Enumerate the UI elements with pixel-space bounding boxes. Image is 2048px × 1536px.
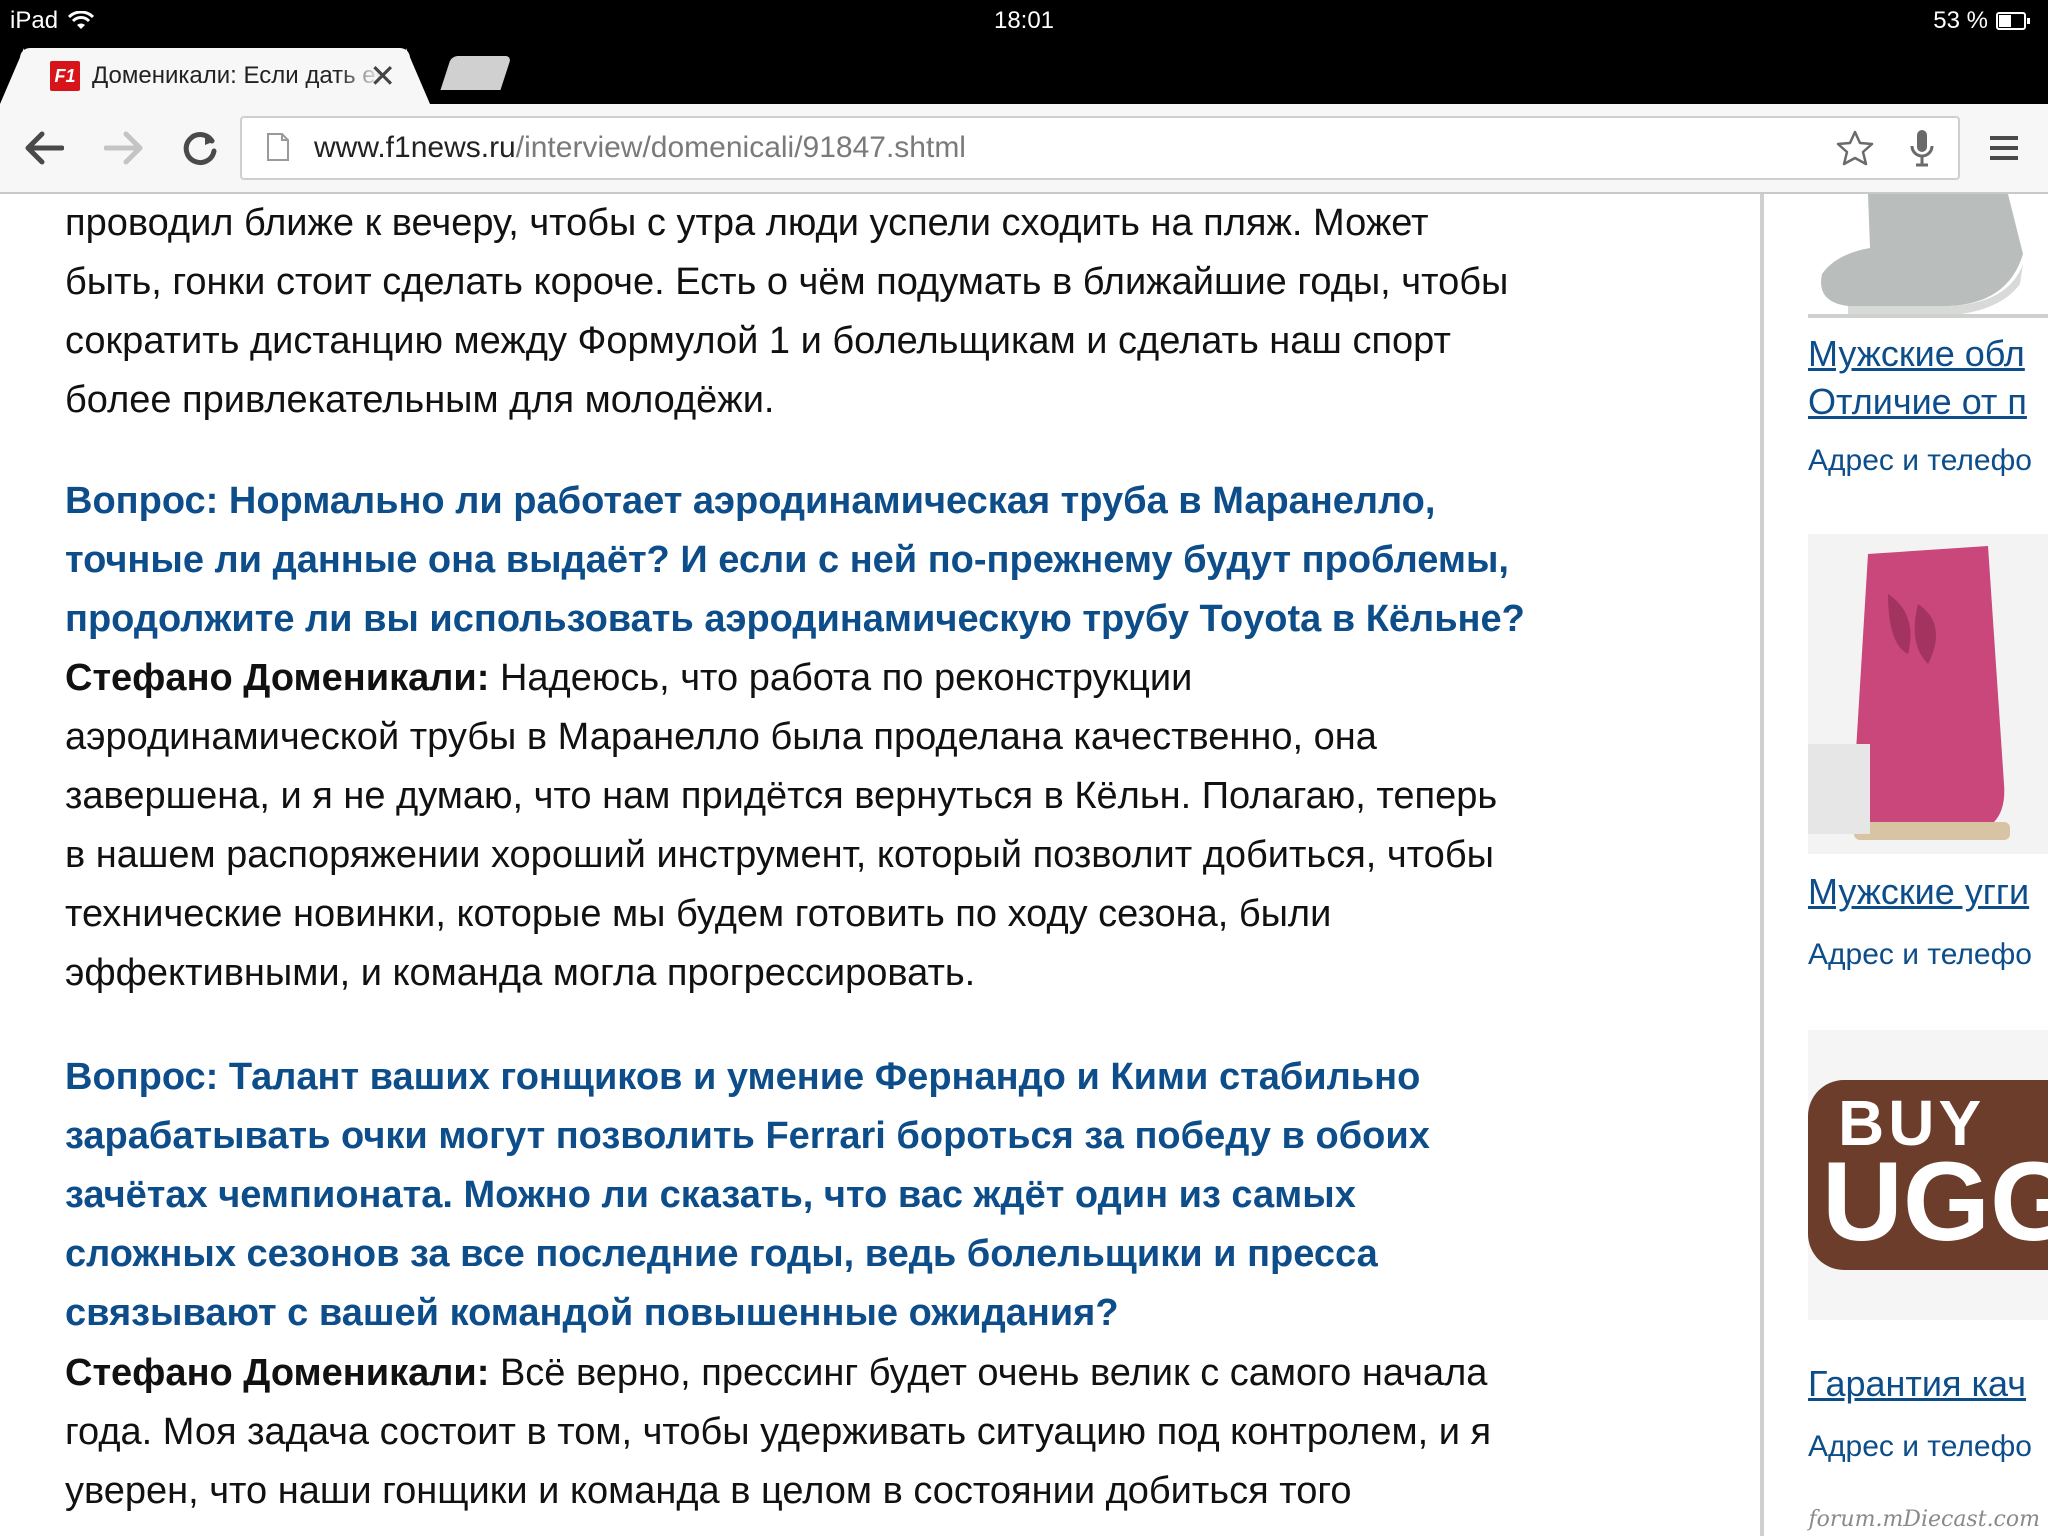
interview-answer: Стефано Доменикали: Всё верно, прессинг … bbox=[65, 1344, 1715, 1521]
ad-link[interactable]: Мужские угги bbox=[1808, 868, 2048, 916]
article-content: проводил ближе к вечеру, чтобы с утра лю… bbox=[0, 194, 1760, 1536]
back-arrow-icon bbox=[25, 131, 64, 165]
address-bar[interactable]: www.f1news.ru/interview/domenicali/91847… bbox=[240, 116, 1960, 180]
text-line: завершена, и я не думаю, что нам придётс… bbox=[65, 775, 1498, 817]
url-path: /interview/domenicali/91847.shtml bbox=[515, 131, 966, 164]
ad-image-ugg-logo[interactable]: BUY UGG bbox=[1808, 1030, 2048, 1320]
text-line: более привлекательным для молодёжи. bbox=[65, 379, 775, 421]
text-line: Вопрос: Талант ваших гонщиков и умение Ф… bbox=[65, 1056, 1421, 1098]
text-line: Вопрос: Нормально ли работает аэродинами… bbox=[65, 480, 1436, 522]
menu-button[interactable] bbox=[1980, 124, 2028, 172]
ad-link-line: Мужские обл bbox=[1808, 333, 2025, 374]
text-line: связывают с вашей командой повышенные ож… bbox=[65, 1292, 1119, 1334]
status-bar: iPad 18:01 53 % bbox=[0, 0, 2048, 42]
sidebar-ads: Мужские обл Отличие от п Адрес и телефо … bbox=[1764, 194, 2048, 1536]
browser-toolbar: www.f1news.ru/interview/domenicali/91847… bbox=[0, 104, 2048, 194]
reload-button[interactable] bbox=[176, 124, 224, 172]
tab-strip: F1 Доменикали: Если дать ещё ✕ bbox=[0, 42, 2048, 104]
interview-question: Вопрос: Талант ваших гонщиков и умение Ф… bbox=[65, 1048, 1715, 1343]
boot-image-icon bbox=[1808, 546, 2010, 840]
article-paragraph: проводил ближе к вечеру, чтобы с утра лю… bbox=[65, 194, 1715, 430]
microphone-icon[interactable] bbox=[1908, 128, 1936, 168]
text-line: в нашем распоряжении хороший инструмент,… bbox=[65, 834, 1494, 876]
url-host: www.f1news.ru bbox=[314, 131, 516, 164]
text-line: эффективными, и команда могла прогрессир… bbox=[65, 952, 976, 994]
text-line: зарабатывать очки могут позволить Ferrar… bbox=[65, 1115, 1430, 1157]
ad-image-pink-boot[interactable] bbox=[1808, 534, 2048, 854]
ad-link-line: Мужские угги bbox=[1808, 871, 2030, 912]
ad-subtitle[interactable]: Адрес и телефо bbox=[1808, 444, 2032, 478]
ad-link-line: Отличие от п bbox=[1808, 381, 2027, 422]
f1-favicon-icon: F1 bbox=[50, 61, 80, 91]
text-line: Всё верно, прессинг будет очень велик с … bbox=[489, 1352, 1488, 1394]
ad-link-line: Гарантия кач bbox=[1808, 1363, 2027, 1404]
text-line: продолжите ли вы использовать аэродинами… bbox=[65, 598, 1525, 640]
reload-icon bbox=[183, 132, 217, 166]
clock: 18:01 bbox=[993, 7, 1055, 34]
page-icon bbox=[267, 133, 289, 161]
ugg-logo-text: UGG bbox=[1822, 1139, 2048, 1264]
watermark: forum.mDiecast.com bbox=[1808, 1507, 2040, 1532]
text-line: зачётах чемпионата. Можно ли сказать, чт… bbox=[65, 1174, 1356, 1216]
forward-button[interactable] bbox=[100, 124, 148, 172]
ad-subtitle[interactable]: Адрес и телефо bbox=[1808, 1430, 2032, 1464]
new-tab-button[interactable] bbox=[440, 56, 512, 90]
text-line: уверен, что наши гонщики и команда в цел… bbox=[65, 1470, 1352, 1512]
interview-answer: Стефано Доменикали: Надеюсь, что работа … bbox=[65, 649, 1715, 1003]
text-line: быть, гонки стоит сделать короче. Есть о… bbox=[65, 261, 1509, 303]
text-line: аэродинамической трубы в Маранелло была … bbox=[65, 716, 1377, 758]
ad-link[interactable]: Мужские обл Отличие от п bbox=[1808, 330, 2048, 426]
bookmark-star-icon[interactable] bbox=[1836, 130, 1874, 166]
boot-image-icon bbox=[1808, 194, 2048, 318]
battery-icon bbox=[1996, 12, 2030, 30]
text-line: Надеюсь, что работа по реконструкции bbox=[489, 657, 1193, 699]
ad-subtitle[interactable]: Адрес и телефо bbox=[1808, 938, 2032, 972]
ad-image-grey-boot[interactable] bbox=[1808, 194, 2048, 318]
interview-question: Вопрос: Нормально ли работает аэродинами… bbox=[65, 472, 1715, 649]
text-line: проводил ближе к вечеру, чтобы с утра лю… bbox=[65, 202, 1429, 244]
text-line: сложных сезонов за все последние годы, в… bbox=[65, 1233, 1378, 1275]
battery-percent: 53 % bbox=[1933, 7, 1988, 34]
speaker-name: Стефано Доменикали: bbox=[65, 657, 490, 699]
text-line: точные ли данные она выдаёт? И если с не… bbox=[65, 539, 1509, 581]
back-button[interactable] bbox=[20, 124, 68, 172]
speaker-name: Стефано Доменикали: bbox=[65, 1352, 490, 1394]
ugg-logo: BUY UGG bbox=[1808, 1080, 2048, 1270]
url-text[interactable]: www.f1news.ru/interview/domenicali/91847… bbox=[314, 118, 966, 178]
text-line: сократить дистанцию между Формулой 1 и б… bbox=[65, 320, 1451, 362]
text-line: технические новинки, которые мы будем го… bbox=[65, 893, 1332, 935]
tab-active[interactable]: F1 Доменикали: Если дать ещё ✕ bbox=[20, 48, 410, 104]
forward-arrow-icon bbox=[104, 131, 143, 165]
text-line: года. Моя задача состоит в том, чтобы уд… bbox=[65, 1411, 1492, 1453]
tab-close-icon[interactable]: ✕ bbox=[369, 58, 396, 94]
ad-link[interactable]: Гарантия кач bbox=[1808, 1360, 2048, 1408]
hamburger-menu-icon bbox=[1990, 136, 2018, 160]
tab-title: Доменикали: Если дать ещё bbox=[92, 62, 382, 89]
